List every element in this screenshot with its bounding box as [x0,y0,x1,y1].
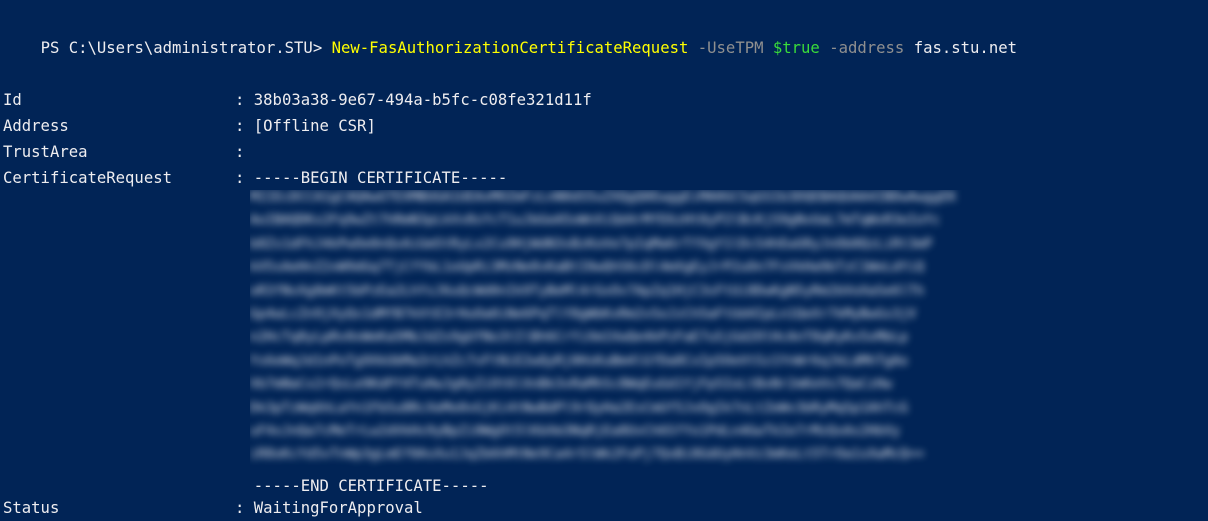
property-name: CertificateRequest [3,169,172,187]
command-line: PS C:\Users\administrator.STU> New-FasAu… [3,9,1017,57]
property-separator: : [235,117,254,135]
property-value: WaitingForApproval [253,499,423,517]
output-row-id: Id: 38b03a38-9e67-494a-b5fc-c08fe321d11f [3,87,592,113]
prompt-text: PS C:\Users\administrator.STU> [40,39,332,57]
output-row-certificaterequest: CertificateRequest: -----BEGIN CERTIFICA… [3,165,507,191]
param-usetpm: -UseTPM [688,39,773,57]
certificate-body-redacted: MIIEcDCCA1gCAQAwGTEXMBUGA1UEAxMOZmFzLnN0… [250,190,957,463]
property-separator: : [235,143,245,161]
property-name: TrustArea [3,143,88,161]
property-value: -----BEGIN CERTIFICATE----- [253,169,508,187]
output-row-trustarea: TrustArea: [3,139,244,165]
property-separator: : [235,91,254,109]
param-address: -address [819,39,914,57]
cmdlet-name: New-FasAuthorizationCertificateRequest [331,39,689,57]
property-value: [Offline CSR] [253,117,376,135]
output-row-address: Address: [Offline CSR] [3,113,376,139]
property-separator [235,477,254,495]
property-separator: : [235,499,254,517]
param-usetpm-value: $true [772,39,820,57]
powershell-console[interactable]: PS C:\Users\administrator.STU> New-FasAu… [0,0,1208,519]
output-row-status: Status: WaitingForApproval [3,495,423,521]
property-name: Id [3,91,22,109]
param-address-value: fas.stu.net [913,39,1017,57]
property-value: 38b03a38-9e67-494a-b5fc-c08fe321d11f [253,91,592,109]
property-separator: : [235,169,254,187]
cert-end-marker: -----END CERTIFICATE----- [253,477,489,495]
property-name: Address [3,117,69,135]
property-name: Status [3,499,60,517]
